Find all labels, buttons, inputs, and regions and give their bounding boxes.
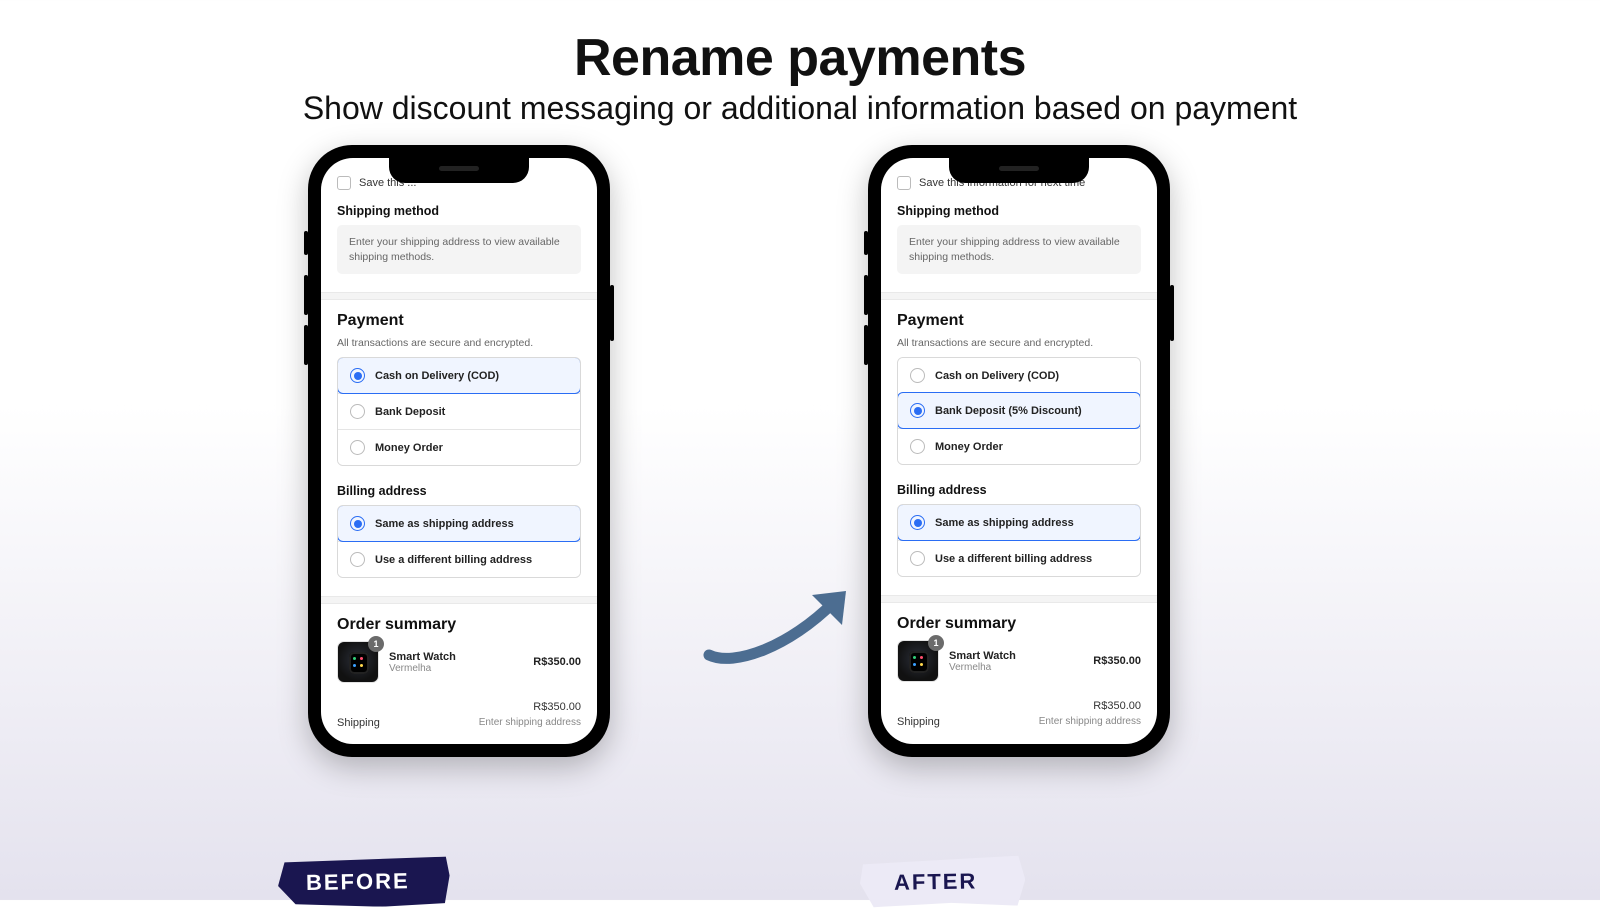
payment-option-bank[interactable]: Bank Deposit (5% Discount) [897, 392, 1141, 429]
radio-icon [350, 440, 365, 455]
radio-icon [350, 368, 365, 383]
billing-same[interactable]: Same as shipping address [337, 505, 581, 542]
shipping-note: Enter your shipping address to view avai… [897, 225, 1141, 274]
payment-option-cod[interactable]: Cash on Delivery (COD) [898, 358, 1140, 393]
option-label: Cash on Delivery (COD) [935, 370, 1059, 382]
subtotal-row: R$350.00 [337, 699, 581, 715]
product-variant: Vermelha [949, 662, 1083, 673]
phone-mockup-after: Save this information for next time Ship… [868, 145, 1170, 757]
option-label: Bank Deposit (5% Discount) [935, 405, 1082, 417]
section-divider [881, 595, 1157, 603]
qty-badge: 1 [368, 636, 384, 652]
radio-icon [350, 552, 365, 567]
screen-after: Save this information for next time Ship… [881, 158, 1157, 744]
payment-options: Cash on Delivery (COD) Bank Deposit Mone… [337, 357, 581, 466]
shipping-label: Shipping [337, 717, 380, 729]
checkbox-icon[interactable] [897, 176, 911, 190]
product-thumb: 1 [897, 640, 939, 682]
page-title: Rename payments [0, 28, 1600, 88]
shipping-label: Shipping [897, 716, 940, 728]
payment-title: Payment [897, 312, 1141, 330]
option-label: Same as shipping address [375, 518, 514, 530]
radio-icon [910, 439, 925, 454]
payment-option-cod[interactable]: Cash on Delivery (COD) [337, 357, 581, 394]
radio-icon [910, 368, 925, 383]
screen-before: Save this ... Shipping method Enter your… [321, 158, 597, 744]
shipping-row: Shipping Enter shipping address [897, 714, 1141, 730]
product-name: Smart Watch [389, 651, 523, 663]
billing-title: Billing address [897, 483, 1141, 497]
before-tag: BEFORE [278, 856, 451, 909]
option-label: Money Order [375, 442, 443, 454]
phone-mockup-before: Save this ... Shipping method Enter your… [308, 145, 610, 757]
payment-option-money-order[interactable]: Money Order [338, 429, 580, 465]
billing-same[interactable]: Same as shipping address [897, 504, 1141, 541]
section-divider [321, 596, 597, 604]
subtotal-value: R$350.00 [533, 701, 581, 713]
radio-icon [910, 515, 925, 530]
order-summary-title: Order summary [337, 616, 581, 634]
headline: Rename payments Show discount messaging … [0, 0, 1600, 127]
page-subtitle: Show discount messaging or additional in… [0, 90, 1600, 127]
radio-icon [910, 403, 925, 418]
billing-options: Same as shipping address Use a different… [337, 505, 581, 578]
product-thumb: 1 [337, 641, 379, 683]
notch [949, 158, 1089, 183]
payment-option-bank[interactable]: Bank Deposit [338, 393, 580, 429]
option-label: Cash on Delivery (COD) [375, 370, 499, 382]
product-variant: Vermelha [389, 663, 523, 674]
product-name: Smart Watch [949, 650, 1083, 662]
notch [389, 158, 529, 183]
shipping-method-title: Shipping method [337, 204, 581, 218]
option-label: Money Order [935, 441, 1003, 453]
option-label: Use a different billing address [935, 553, 1092, 565]
option-label: Bank Deposit [375, 406, 445, 418]
shipping-row: Shipping Enter shipping address [337, 715, 581, 731]
product-price: R$350.00 [1093, 655, 1141, 667]
shipping-note: Enter your shipping address to view avai… [337, 225, 581, 274]
after-tag: AFTER [860, 856, 1026, 909]
qty-badge: 1 [928, 635, 944, 651]
billing-diff[interactable]: Use a different billing address [338, 541, 580, 577]
payment-sub: All transactions are secure and encrypte… [897, 337, 1141, 349]
payment-title: Payment [337, 312, 581, 330]
checkbox-icon[interactable] [337, 176, 351, 190]
payment-options: Cash on Delivery (COD) Bank Deposit (5% … [897, 357, 1141, 465]
option-label: Use a different billing address [375, 554, 532, 566]
option-label: Same as shipping address [935, 517, 1074, 529]
radio-icon [350, 516, 365, 531]
subtotal-row: R$350.00 [897, 698, 1141, 714]
billing-options: Same as shipping address Use a different… [897, 504, 1141, 577]
radio-icon [350, 404, 365, 419]
arrow-icon [694, 577, 864, 677]
billing-diff[interactable]: Use a different billing address [898, 540, 1140, 576]
shipping-method-title: Shipping method [897, 204, 1141, 218]
shipping-value: Enter shipping address [1039, 716, 1141, 728]
radio-icon [910, 551, 925, 566]
order-line-item: 1 Smart Watch Vermelha R$350.00 [337, 641, 581, 683]
subtotal-value: R$350.00 [1093, 700, 1141, 712]
payment-option-money-order[interactable]: Money Order [898, 428, 1140, 464]
order-summary-title: Order summary [897, 615, 1141, 633]
shipping-value: Enter shipping address [479, 717, 581, 729]
section-divider [321, 292, 597, 300]
billing-title: Billing address [337, 484, 581, 498]
order-line-item: 1 Smart Watch Vermelha R$350.00 [897, 640, 1141, 682]
section-divider [881, 292, 1157, 300]
product-price: R$350.00 [533, 656, 581, 668]
payment-sub: All transactions are secure and encrypte… [337, 337, 581, 349]
